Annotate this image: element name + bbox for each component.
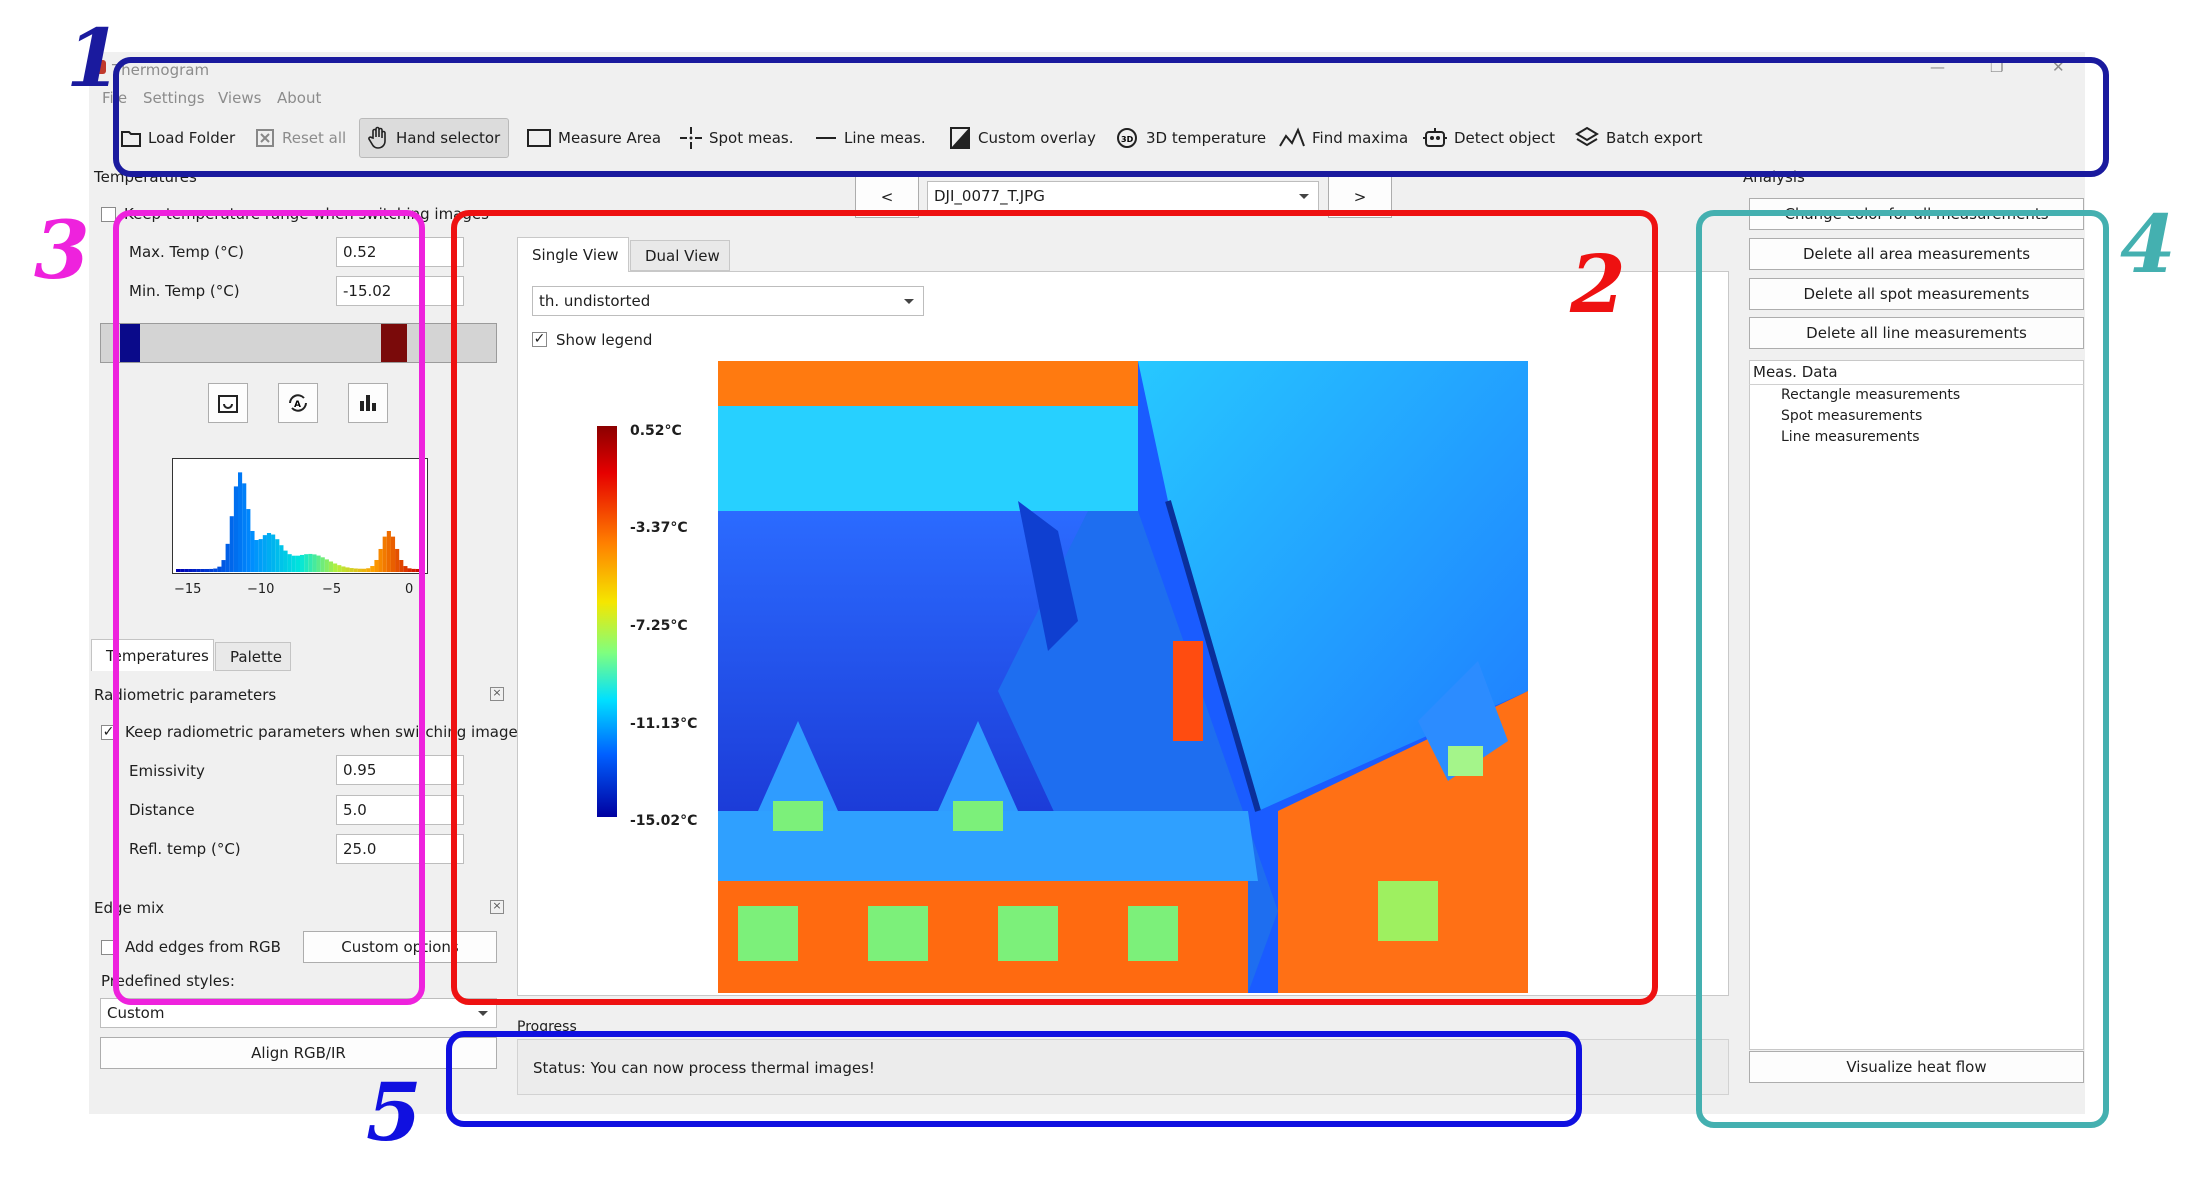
highlight-viewer	[451, 210, 1658, 1005]
chevron-down-icon	[478, 1011, 488, 1016]
highlight-toolbar	[113, 57, 2109, 177]
file-select-chevron-icon	[1299, 194, 1309, 199]
highlight-status	[446, 1031, 1582, 1127]
align-rgb-ir-button[interactable]: Align RGB/IR	[100, 1037, 497, 1069]
annotation-number-3: 3	[34, 203, 90, 297]
highlight-temperatures	[113, 210, 425, 1005]
annotation-number-5: 5	[366, 1065, 422, 1159]
highlight-analysis	[1696, 210, 2109, 1128]
annotation-number-4: 4	[2120, 197, 2176, 291]
annotation-number-2: 2	[1570, 237, 1626, 331]
annotation-number-1: 1	[66, 11, 122, 105]
file-select[interactable]: DJI_0077_T.JPG	[927, 181, 1319, 211]
